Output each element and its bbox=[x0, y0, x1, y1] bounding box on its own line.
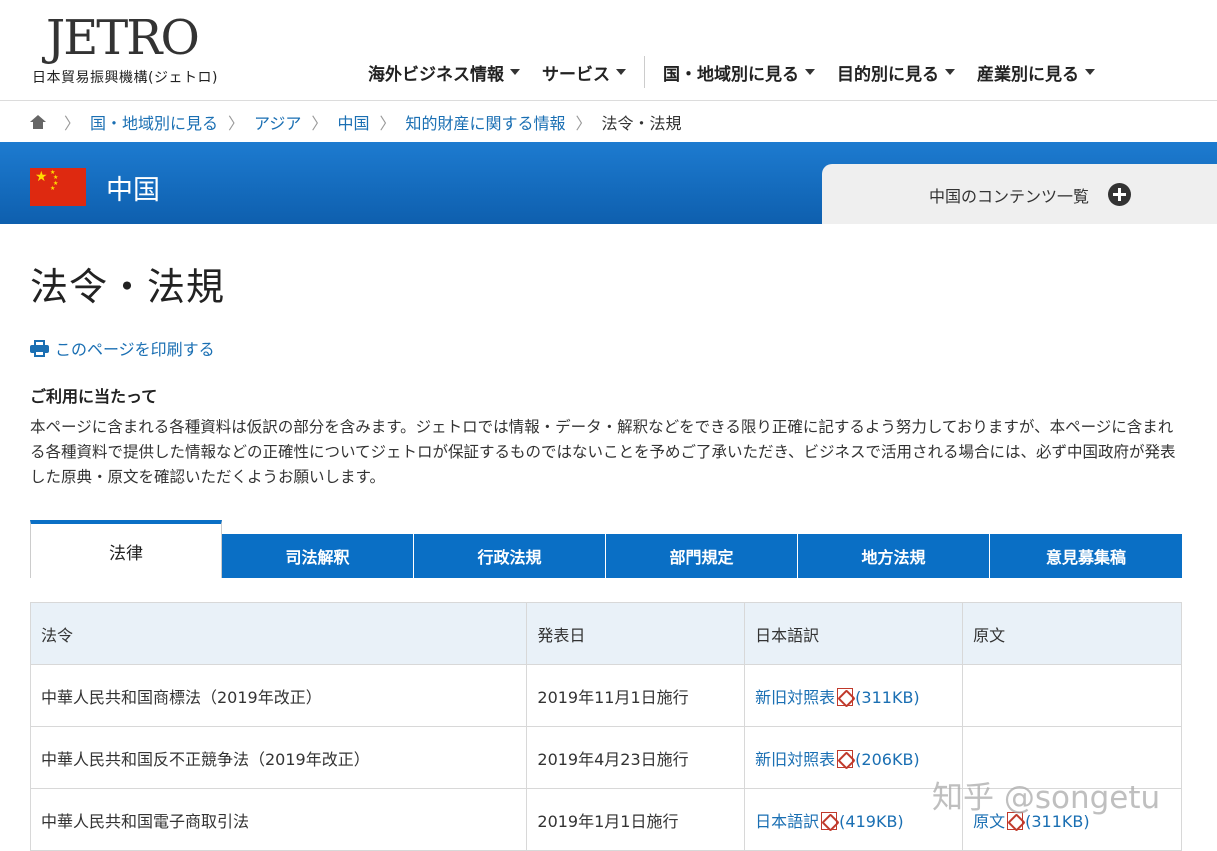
table-header-row: 法令 発表日 日本語訳 原文 bbox=[29, 602, 1182, 665]
tab-drafts-for-comment[interactable]: 意見募集稿 bbox=[990, 534, 1182, 578]
law-name: 中華人民共和国反不正競争法（2019年改正） bbox=[29, 726, 528, 789]
column-header-japanese: 日本語訳 bbox=[744, 602, 964, 665]
page-title: 法令・法規 bbox=[30, 265, 226, 309]
nav-services[interactable]: サービス bbox=[542, 60, 626, 85]
law-name: 中華人民共和国商標法（2019年改正） bbox=[29, 664, 528, 727]
country-banner: ★ ★ ★ ★ ★ 中国 中国のコンテンツ一覧 bbox=[0, 142, 1217, 224]
tab-laws[interactable]: 法律 bbox=[30, 520, 222, 578]
flag-star-icon: ★ bbox=[35, 169, 48, 185]
contents-button-label: 中国のコンテンツ一覧 bbox=[928, 187, 1089, 206]
breadcrumb-separator: 〉 bbox=[379, 113, 396, 133]
pdf-icon bbox=[837, 749, 854, 768]
column-header-law: 法令 bbox=[29, 602, 528, 665]
breadcrumb-asia[interactable]: アジア bbox=[254, 110, 301, 134]
print-link-label: このページを印刷する bbox=[55, 340, 215, 359]
nav-divider bbox=[644, 56, 645, 88]
country-contents-button[interactable]: 中国のコンテンツ一覧 bbox=[822, 164, 1217, 224]
breadcrumb-china[interactable]: 中国 bbox=[337, 110, 369, 134]
original-text-cell bbox=[962, 664, 1182, 727]
notice-heading: ご利用に当たって bbox=[30, 387, 158, 406]
chevron-down-icon bbox=[616, 69, 626, 75]
japanese-pdf-link[interactable]: 新旧対照表 (311KB) bbox=[755, 687, 920, 707]
jetro-logo[interactable]: JETRO 日本貿易振興機構(ジェトロ) bbox=[32, 10, 222, 90]
column-header-date: 発表日 bbox=[526, 602, 746, 665]
breadcrumb-separator: 〉 bbox=[228, 113, 245, 133]
logo-subtitle: 日本貿易振興機構(ジェトロ) bbox=[32, 70, 218, 86]
notice-text: 本ページに含まれる各種資料は仮訳の部分を含みます。ジェトロでは情報・データ・解釈… bbox=[30, 418, 1176, 486]
nav-by-country[interactable]: 国・地域別に見る bbox=[663, 60, 815, 85]
japanese-pdf-link[interactable]: 新旧対照表 (206KB) bbox=[755, 749, 920, 769]
flag-star-icon: ★ bbox=[50, 185, 56, 192]
law-category-tabs: 法律 司法解釈 行政法規 部門規定 地方法規 意見募集稿 bbox=[30, 520, 1182, 578]
publish-date: 2019年4月23日施行 bbox=[526, 726, 746, 789]
country-title: 中国 bbox=[106, 175, 160, 206]
japanese-translation-cell: 日本語訳 (419KB) bbox=[744, 788, 964, 851]
breadcrumb-by-country[interactable]: 国・地域別に見る bbox=[90, 110, 218, 134]
china-flag-icon: ★ ★ ★ ★ ★ bbox=[30, 168, 86, 206]
plus-circle-icon bbox=[1108, 183, 1131, 206]
tab-local-regulations[interactable]: 地方法規 bbox=[798, 534, 990, 578]
chevron-down-icon bbox=[510, 69, 520, 75]
chevron-down-icon bbox=[805, 69, 815, 75]
column-header-original: 原文 bbox=[962, 602, 1182, 665]
print-page-link[interactable]: このページを印刷する bbox=[30, 336, 215, 360]
pdf-icon bbox=[837, 687, 854, 706]
breadcrumb: 〉 国・地域別に見る 〉 アジア 〉 中国 〉 知的財産に関する情報 〉 法令・… bbox=[0, 101, 1217, 142]
breadcrumb-separator: 〉 bbox=[311, 113, 328, 133]
publish-date: 2019年1月1日施行 bbox=[526, 788, 746, 851]
tab-administrative-regulations[interactable]: 行政法規 bbox=[414, 534, 606, 578]
chevron-down-icon bbox=[1085, 69, 1095, 75]
tab-judicial-interpretation[interactable]: 司法解釈 bbox=[222, 534, 414, 578]
breadcrumb-separator: 〉 bbox=[575, 113, 592, 133]
printer-icon bbox=[30, 339, 49, 357]
chevron-down-icon bbox=[945, 69, 955, 75]
home-icon[interactable] bbox=[30, 114, 46, 129]
breadcrumb-ip-info[interactable]: 知的財産に関する情報 bbox=[405, 110, 565, 134]
nav-by-purpose[interactable]: 目的別に見る bbox=[837, 60, 955, 85]
watermark: 知乎 @songetu bbox=[932, 780, 1161, 816]
global-nav: 海外ビジネス情報 サービス 国・地域別に見る 目的別に見る 産業別に見る bbox=[368, 56, 1117, 88]
japanese-translation-cell: 新旧対照表 (206KB) bbox=[744, 726, 964, 789]
pdf-icon bbox=[821, 811, 838, 830]
nav-by-industry[interactable]: 産業別に見る bbox=[977, 60, 1095, 85]
japanese-translation-cell: 新旧対照表 (311KB) bbox=[744, 664, 964, 727]
nav-overseas-business[interactable]: 海外ビジネス情報 bbox=[368, 60, 520, 85]
breadcrumb-current: 法令・法規 bbox=[601, 113, 682, 133]
table-row: 中華人民共和国商標法（2019年改正） 2019年11月1日施行 新旧対照表 (3… bbox=[29, 664, 1182, 727]
tab-departmental-rules[interactable]: 部門規定 bbox=[606, 534, 798, 578]
japanese-pdf-link[interactable]: 日本語訳 (419KB) bbox=[755, 811, 904, 831]
logo-wordmark: JETRO bbox=[46, 10, 200, 66]
breadcrumb-separator: 〉 bbox=[64, 113, 81, 133]
publish-date: 2019年11月1日施行 bbox=[526, 664, 746, 727]
law-name: 中華人民共和国電子商取引法 bbox=[29, 788, 528, 851]
site-header: JETRO 日本貿易振興機構(ジェトロ) 海外ビジネス情報 サービス 国・地域別… bbox=[0, 0, 1217, 101]
